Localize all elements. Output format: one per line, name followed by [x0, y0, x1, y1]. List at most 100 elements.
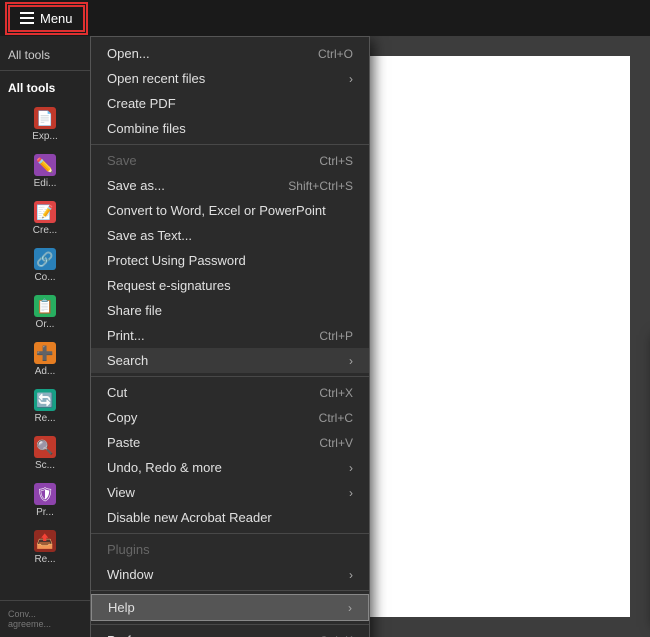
menu-item-save-text[interactable]: Save as Text... — [91, 223, 369, 248]
shortcut-print: Ctrl+P — [319, 329, 353, 343]
sidebar-item-request[interactable]: 📤 Re... — [0, 524, 90, 571]
menu-item-label: Help — [108, 600, 135, 615]
main-layout: All tools All tools 📄 Exp... ✏️ Edi... 📝… — [0, 36, 650, 637]
menu-item-disable-acrobat[interactable]: Disable new Acrobat Reader — [91, 505, 369, 530]
sidebar-item-label: Or... — [36, 319, 55, 330]
sidebar-item-export[interactable]: 📄 Exp... — [0, 101, 90, 148]
menu-item-label: Search — [107, 353, 148, 368]
menu-item-label: Print... — [107, 328, 145, 343]
sidebar-item-label: Edi... — [34, 178, 57, 189]
create-icon: 📝 — [34, 201, 56, 223]
combine-icon: 🔗 — [34, 248, 56, 270]
add-icon: ➕ — [34, 342, 56, 364]
protect-icon: 🛡 — [34, 483, 56, 505]
arrow-icon: › — [348, 601, 352, 615]
sidebar-item-create[interactable]: 📝 Cre... — [0, 195, 90, 242]
sidebar-bottom-text: Conv...agreeme... — [0, 600, 90, 637]
menu-item-save-as[interactable]: Save as... Shift+Ctrl+S — [91, 173, 369, 198]
main-menu: Open... Ctrl+O Open recent files › Creat… — [90, 36, 370, 637]
sidebar-item-organize[interactable]: 📋 Or... — [0, 289, 90, 336]
top-bar: Menu — [0, 0, 650, 36]
menu-item-help[interactable]: Help › — [91, 594, 369, 621]
hamburger-icon — [20, 12, 34, 24]
menu-item-label: Disable new Acrobat Reader — [107, 510, 272, 525]
menu-item-label: Copy — [107, 410, 137, 425]
arrow-icon: › — [349, 72, 353, 86]
sidebar-item-combine[interactable]: 🔗 Co... — [0, 242, 90, 289]
redact-icon: 🔄 — [34, 389, 56, 411]
menu-item-convert[interactable]: Convert to Word, Excel or PowerPoint — [91, 198, 369, 223]
sidebar-item-label: Cre... — [33, 225, 57, 236]
shortcut-cut: Ctrl+X — [319, 386, 353, 400]
menu-item-label: Save — [107, 153, 137, 168]
menu-item-copy[interactable]: Copy Ctrl+C — [91, 405, 369, 430]
menu-item-plugins: Plugins — [91, 537, 369, 562]
menu-item-print[interactable]: Print... Ctrl+P — [91, 323, 369, 348]
menu-item-request-esign[interactable]: Request e-signatures — [91, 273, 369, 298]
shortcut-save: Ctrl+S — [319, 154, 353, 168]
sidebar-item-label: Re... — [34, 413, 55, 424]
shortcut-copy: Ctrl+C — [319, 411, 353, 425]
request-icon: 📤 — [34, 530, 56, 552]
shortcut-open: Ctrl+O — [318, 47, 353, 61]
export-icon: 📄 — [34, 107, 56, 129]
menu-item-open[interactable]: Open... Ctrl+O — [91, 41, 369, 66]
sidebar-item-add[interactable]: ➕ Ad... — [0, 336, 90, 383]
menu-item-undo-redo[interactable]: Undo, Redo & more › — [91, 455, 369, 480]
shortcut-prefs: Ctrl+K — [319, 634, 353, 637]
sidebar-all-tools-label: All tools — [0, 44, 90, 71]
arrow-icon: › — [349, 461, 353, 475]
sidebar-item-label: Ad... — [35, 366, 56, 377]
menu-item-search[interactable]: Search › — [91, 348, 369, 373]
arrow-icon: › — [349, 486, 353, 500]
menu-item-view[interactable]: View › — [91, 480, 369, 505]
menu-item-open-recent[interactable]: Open recent files › — [91, 66, 369, 91]
menu-item-save[interactable]: Save Ctrl+S — [91, 148, 369, 173]
menu-item-window[interactable]: Window › — [91, 562, 369, 587]
organize-icon: 📋 — [34, 295, 56, 317]
menu-item-preferences[interactable]: Preferences... Ctrl+K — [91, 628, 369, 637]
menu-item-label: Protect Using Password — [107, 253, 246, 268]
separator — [91, 590, 369, 591]
sidebar-item-label: Co... — [34, 272, 55, 283]
edit-icon: ✏️ — [34, 154, 56, 176]
menu-item-paste[interactable]: Paste Ctrl+V — [91, 430, 369, 455]
menu-item-label: Window — [107, 567, 153, 582]
menu-item-label: View — [107, 485, 135, 500]
sidebar-item-label: Sc... — [35, 460, 55, 471]
arrow-icon: › — [349, 354, 353, 368]
menu-item-label: Save as Text... — [107, 228, 192, 243]
sidebar-item-redact[interactable]: 🔄 Re... — [0, 383, 90, 430]
dropdown-overlay: Open... Ctrl+O Open recent files › Creat… — [90, 36, 650, 637]
content-area: 1. What is the definition o - It started… — [90, 36, 650, 637]
menu-label: Menu — [40, 11, 73, 26]
menu-item-label: Preferences... — [107, 633, 188, 637]
menu-item-create-pdf[interactable]: Create PDF — [91, 91, 369, 116]
sidebar-section-title: All tools — [0, 79, 90, 101]
menu-item-combine[interactable]: Combine files — [91, 116, 369, 141]
menu-item-cut[interactable]: Cut Ctrl+X — [91, 380, 369, 405]
arrow-icon: › — [349, 568, 353, 582]
menu-item-label: Cut — [107, 385, 127, 400]
menu-item-protect-password[interactable]: Protect Using Password — [91, 248, 369, 273]
menu-item-label: Convert to Word, Excel or PowerPoint — [107, 203, 326, 218]
sidebar-item-label: Exp... — [32, 131, 58, 142]
shortcut-paste: Ctrl+V — [319, 436, 353, 450]
sidebar-item-scan[interactable]: 🔍 Sc... — [0, 430, 90, 477]
menu-item-label: Open recent files — [107, 71, 205, 86]
scan-icon: 🔍 — [34, 436, 56, 458]
menu-item-label: Open... — [107, 46, 150, 61]
menu-item-label: Plugins — [107, 542, 150, 557]
menu-item-label: Combine files — [107, 121, 186, 136]
menu-item-label: Paste — [107, 435, 140, 450]
sidebar-item-edit[interactable]: ✏️ Edi... — [0, 148, 90, 195]
menu-button[interactable]: Menu — [8, 5, 85, 32]
separator — [91, 533, 369, 534]
menu-item-label: Undo, Redo & more — [107, 460, 222, 475]
menu-item-share[interactable]: Share file — [91, 298, 369, 323]
sidebar-item-label: Re... — [34, 554, 55, 565]
separator — [91, 144, 369, 145]
sidebar-item-label: Pr... — [36, 507, 54, 518]
sidebar-item-protect[interactable]: 🛡 Pr... — [0, 477, 90, 524]
menu-item-label: Share file — [107, 303, 162, 318]
